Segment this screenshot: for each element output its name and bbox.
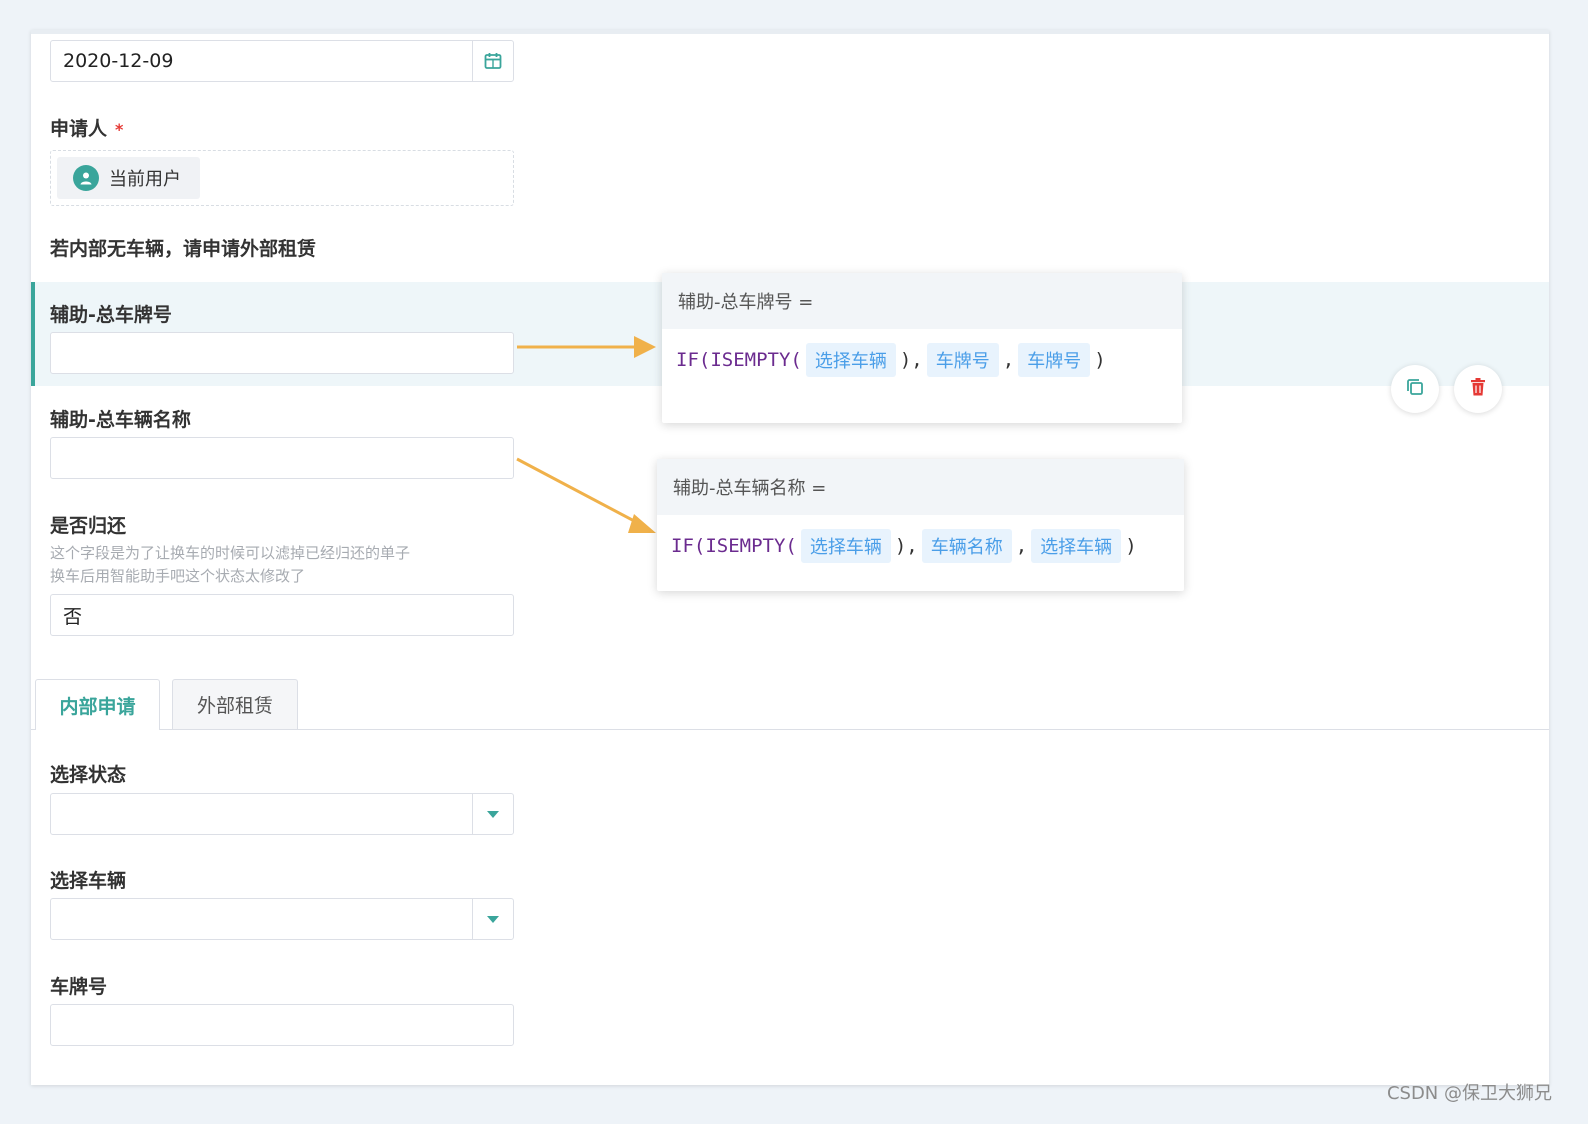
formula-chip-vehicle-name[interactable]: 车辆名称 [921,529,1012,563]
formula-close-paren: ) [1125,535,1137,557]
formula-fn: IF(ISEMPTY( [676,349,802,371]
formula-body-plate: IF(ISEMPTY( 选择车辆 ), 车牌号 , 车牌号 ) [662,329,1182,391]
formula-chip-select-vehicle[interactable]: 选择车辆 [805,343,896,377]
formula-separator: , [1002,349,1015,371]
formula-chip-select-vehicle[interactable]: 选择车辆 [1031,529,1122,563]
watermark: CSDN @保卫大狮兄 [1386,1083,1552,1104]
formula-separator: ), [894,535,918,557]
arrowhead-vehicle-name [628,514,656,533]
formula-chip-plate[interactable]: 车牌号 [1018,343,1091,377]
formula-chip-select-vehicle[interactable]: 选择车辆 [800,529,891,563]
formula-chip-plate[interactable]: 车牌号 [926,343,999,377]
arrowhead-plate [634,336,656,358]
formula-popup-plate: 辅助-总车牌号 = IF(ISEMPTY( 选择车辆 ), 车牌号 , 车牌号 … [662,273,1182,423]
formula-title-vehicle-name: 辅助-总车辆名称 = [657,459,1184,515]
formula-popup-vehicle-name: 辅助-总车辆名称 = IF(ISEMPTY( 选择车辆 ), 车辆名称 , 选择… [657,459,1184,591]
formula-title-plate: 辅助-总车牌号 = [662,273,1182,329]
arrow-to-vehicle-name-formula [516,457,639,525]
formula-separator: ), [899,349,923,371]
formula-fn: IF(ISEMPTY( [671,535,797,557]
formula-close-paren: ) [1094,349,1106,371]
formula-separator: , [1015,535,1028,557]
formula-body-vehicle-name: IF(ISEMPTY( 选择车辆 ), 车辆名称 , 选择车辆 ) [657,515,1184,577]
